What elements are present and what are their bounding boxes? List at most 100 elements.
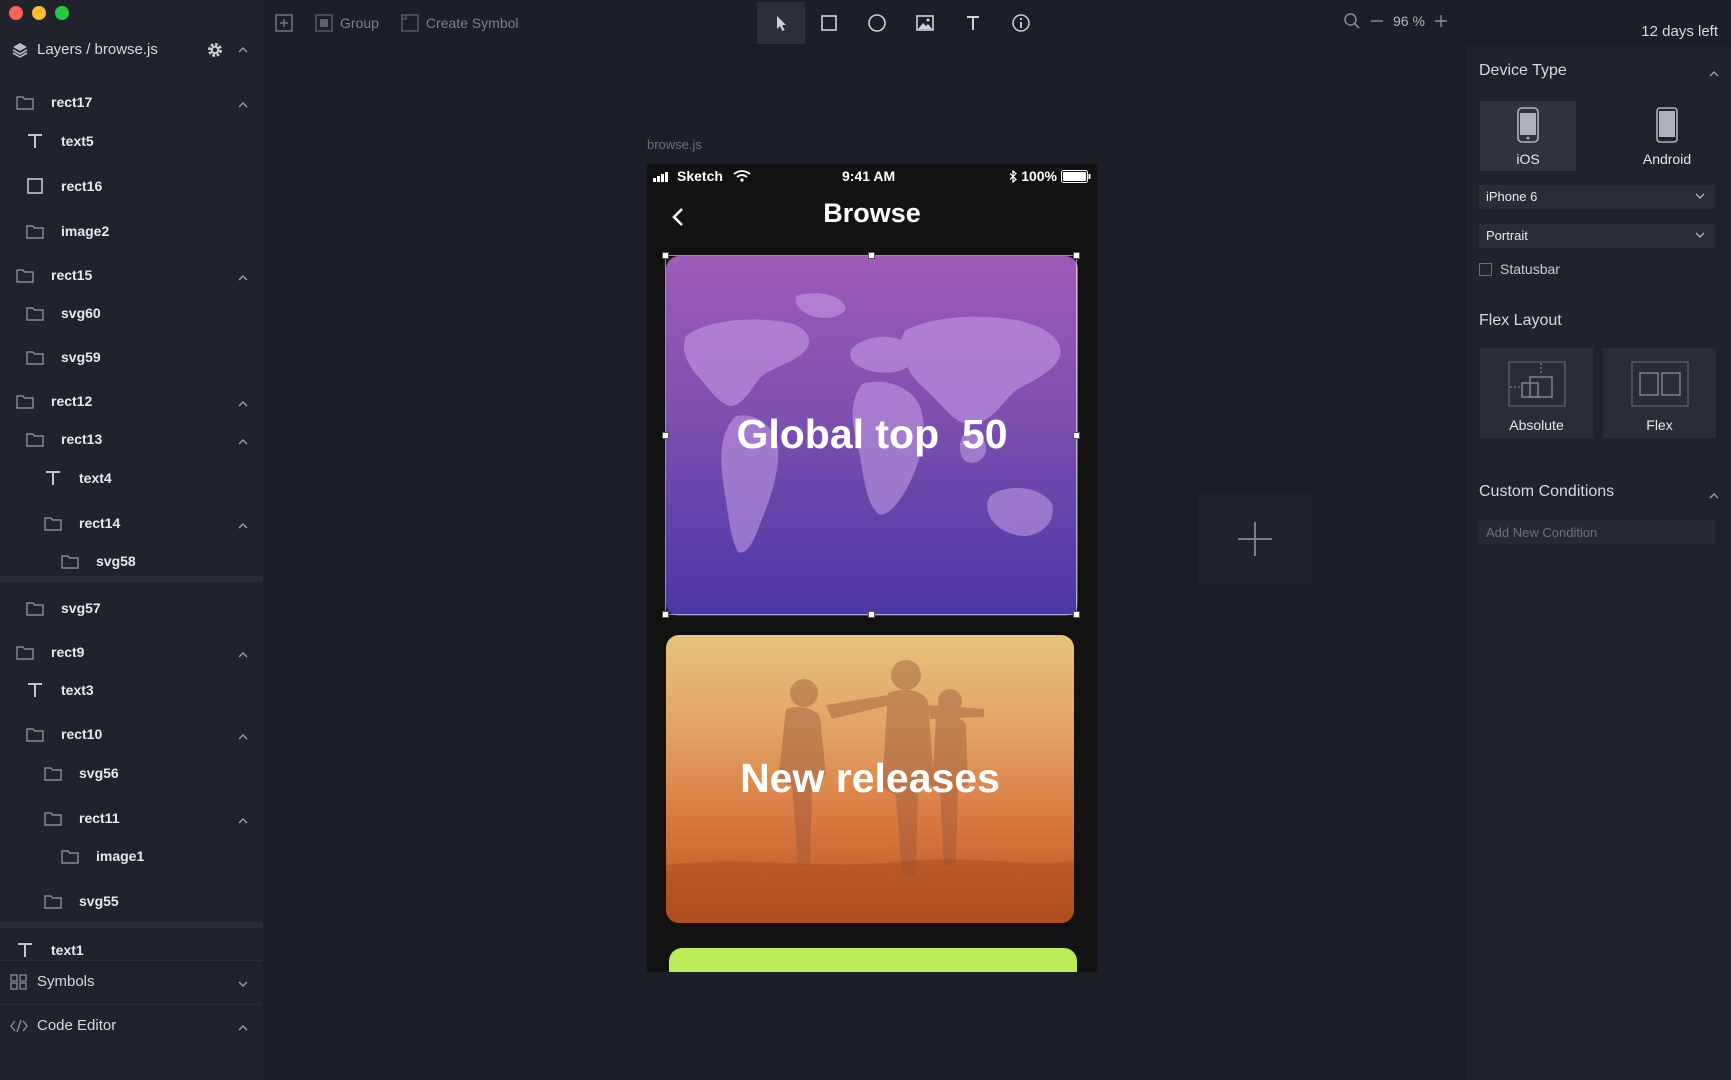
toolbar-actions: Group Create Symbol	[275, 12, 541, 34]
layer-row-svg55[interactable]: svg55	[0, 883, 263, 919]
minimize-window-button[interactable]	[32, 6, 46, 20]
flex-layout-option[interactable]: Flex	[1603, 348, 1716, 438]
layer-row-svg59[interactable]: svg59	[0, 339, 263, 375]
chevron-up-icon[interactable]	[237, 518, 249, 529]
chevron-up-icon[interactable]	[1708, 488, 1720, 499]
layer-row-text5[interactable]: text5	[0, 123, 263, 159]
layer-row-rect15[interactable]: rect15	[0, 257, 263, 293]
chevron-up-icon[interactable]	[237, 813, 249, 824]
trial-remaining: 12 days left	[1641, 23, 1718, 40]
layer-row-rect9[interactable]: rect9	[0, 634, 263, 670]
chevron-up-icon[interactable]	[237, 43, 249, 55]
layer-row-svg58[interactable]: svg58	[0, 543, 263, 579]
zoom-window-button[interactable]	[55, 6, 69, 20]
chevron-down-icon	[1695, 232, 1705, 238]
layer-row-rect12[interactable]: rect12	[0, 383, 263, 419]
global-top-card[interactable]: Global top 50	[666, 256, 1078, 616]
chevron-up-icon[interactable]	[237, 729, 249, 740]
status-bar: Sketch 9:41 AM 100%	[647, 164, 1097, 186]
group-button[interactable]: Group	[315, 14, 379, 32]
device-ios-option[interactable]: iOS	[1480, 101, 1576, 171]
folder-icon	[26, 305, 44, 321]
text-tool-icon	[967, 16, 979, 30]
tool-palette	[757, 2, 1045, 44]
battery-percent: 100%	[1021, 168, 1057, 184]
artboard-frame[interactable]: Sketch 9:41 AM 100% Browse Global top 50…	[647, 164, 1097, 972]
symbols-panel-tab[interactable]: Symbols	[0, 960, 263, 1002]
chevron-up-icon[interactable]	[237, 434, 249, 445]
folder-icon	[26, 726, 44, 742]
chevron-up-icon[interactable]	[237, 270, 249, 281]
carrier: Sketch	[653, 168, 751, 184]
layer-row-svg56[interactable]: svg56	[0, 755, 263, 791]
layers-header: Layers / browse.js	[0, 38, 263, 62]
layer-label: rect13	[61, 431, 103, 447]
chevron-up-icon[interactable]	[237, 647, 249, 658]
image-tool[interactable]	[901, 2, 949, 44]
code-editor-label: Code Editor	[37, 1017, 117, 1034]
layer-row-rect16[interactable]: rect16	[0, 168, 263, 204]
symbol-icon	[401, 14, 419, 32]
add-frame-button[interactable]	[275, 14, 293, 32]
orientation-select[interactable]: Portrait	[1479, 224, 1715, 248]
oval-tool[interactable]	[853, 2, 901, 44]
device-type-title: Device Type	[1479, 62, 1567, 79]
flex-layout-title: Flex Layout	[1479, 312, 1562, 329]
zoom-out-icon[interactable]	[1370, 14, 1384, 28]
add-condition-input[interactable]: Add New Condition	[1479, 520, 1715, 544]
layer-row-text4[interactable]: text4	[0, 460, 263, 496]
zoom-in-icon[interactable]	[1434, 14, 1448, 28]
device-model-value: iPhone 6	[1486, 189, 1538, 204]
device-android-option[interactable]: Android	[1619, 101, 1715, 171]
close-window-button[interactable]	[9, 6, 23, 20]
gear-icon[interactable]	[206, 41, 224, 59]
folder-icon	[26, 223, 44, 239]
layer-row-svg57[interactable]: svg57	[0, 590, 263, 626]
add-screen-button[interactable]	[1198, 494, 1312, 584]
window-controls	[9, 6, 69, 20]
layer-label: svg58	[96, 553, 136, 569]
grid-icon	[10, 974, 28, 990]
layer-row-rect11[interactable]: rect11	[0, 800, 263, 836]
layer-row-text3[interactable]: text3	[0, 672, 263, 708]
chevron-up-icon[interactable]	[237, 396, 249, 407]
layer-row-rect13[interactable]: rect13	[0, 421, 263, 457]
layer-row-svg60[interactable]: svg60	[0, 295, 263, 331]
flex-layout-icon	[1630, 361, 1689, 407]
layout-label: Absolute	[1509, 417, 1564, 433]
layer-row-rect14[interactable]: rect14	[0, 505, 263, 541]
search-icon[interactable]	[1343, 12, 1361, 30]
create-symbol-button[interactable]: Create Symbol	[401, 14, 519, 32]
frame-name[interactable]: browse.js	[647, 137, 702, 152]
layer-label: text3	[61, 682, 94, 698]
new-releases-card[interactable]: New releases	[666, 635, 1074, 923]
nav-title: Browse	[823, 198, 921, 228]
rect-icon	[26, 178, 44, 194]
statusbar-toggle[interactable]: Statusbar	[1479, 261, 1560, 277]
absolute-layout-option[interactable]: Absolute	[1480, 348, 1593, 438]
statusbar-label: Statusbar	[1500, 261, 1560, 277]
layer-row-rect10[interactable]: rect10	[0, 716, 263, 752]
layer-label: rect17	[51, 94, 93, 110]
layer-row-rect17[interactable]: rect17	[0, 84, 263, 120]
folder-icon	[16, 393, 34, 409]
chevron-up-icon[interactable]	[237, 97, 249, 108]
chevron-down-icon	[237, 976, 249, 987]
pointer-tool[interactable]	[757, 2, 805, 44]
layout-label: Flex	[1646, 417, 1673, 433]
layer-label: rect12	[51, 393, 93, 409]
info-tool[interactable]	[997, 2, 1045, 44]
layer-label: rect10	[61, 726, 103, 742]
next-card[interactable]	[669, 948, 1077, 972]
layer-row-image2[interactable]: image2	[0, 213, 263, 249]
device-label: Android	[1642, 151, 1692, 167]
device-model-select[interactable]: iPhone 6	[1479, 185, 1715, 209]
statusbar-checkbox[interactable]	[1479, 262, 1492, 276]
text-tool[interactable]	[949, 2, 997, 44]
chevron-up-icon[interactable]	[1708, 66, 1720, 77]
plus-icon	[1238, 522, 1272, 556]
rectangle-tool[interactable]	[805, 2, 853, 44]
text-icon	[26, 682, 44, 698]
code-editor-panel-tab[interactable]: Code Editor	[0, 1004, 263, 1046]
layer-row-image1[interactable]: image1	[0, 838, 263, 874]
